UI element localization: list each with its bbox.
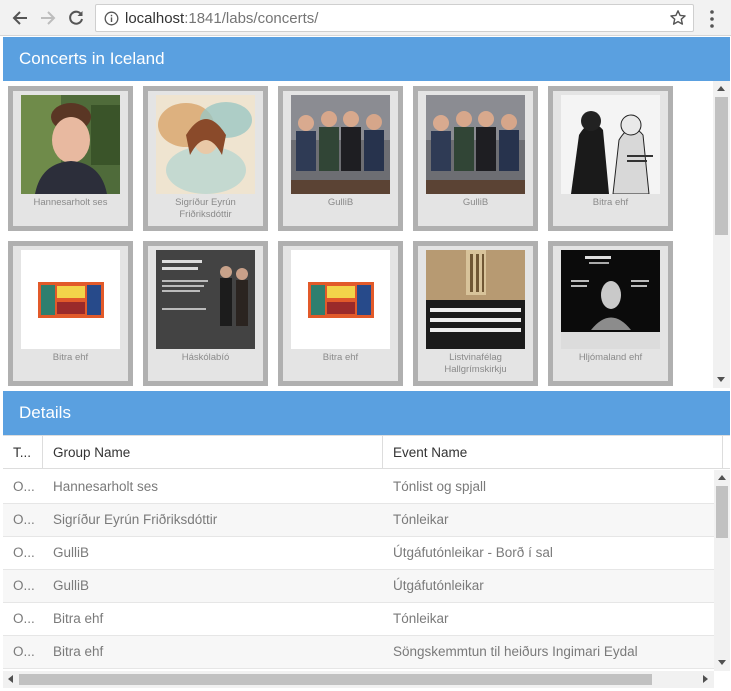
concert-tile[interactable]: Sigríður Eyrún Friðriksdóttir xyxy=(143,86,268,231)
cell-group-name: GulliB xyxy=(53,545,90,560)
concert-caption: Bitra ehf xyxy=(592,197,629,208)
cell-event-name: Útgáfutónleikar - Borð í sal xyxy=(393,545,553,560)
info-icon[interactable] xyxy=(104,11,119,26)
column-header-group-name[interactable]: Group Name xyxy=(43,436,383,469)
scroll-down-icon[interactable] xyxy=(718,660,726,665)
reload-icon[interactable] xyxy=(64,6,88,30)
cell-type: O... xyxy=(13,545,35,560)
column-header-event-name[interactable]: Event Name xyxy=(383,436,723,469)
concert-caption: Bitra ehf xyxy=(322,352,359,363)
table-horizontal-scrollbar[interactable] xyxy=(3,671,714,688)
back-icon[interactable] xyxy=(8,6,32,30)
table-row[interactable]: O... Hannesarholt ses Tónlist og spjall xyxy=(3,471,714,504)
browser-toolbar: localhost:1841/labs/concerts/ xyxy=(0,0,731,36)
cell-group-name: Bitra ehf xyxy=(53,611,104,626)
concert-caption: Bitra ehf xyxy=(52,352,89,363)
concert-tile[interactable]: Hljómaland ehf xyxy=(548,241,673,386)
cell-type: O... xyxy=(13,644,35,659)
cell-type: O... xyxy=(13,479,35,494)
concert-tile[interactable]: Háskólabíó xyxy=(143,241,268,386)
cell-type: O... xyxy=(13,578,35,593)
concert-image xyxy=(291,250,390,349)
concert-image xyxy=(291,95,390,194)
concert-tile[interactable]: Bitra ehf xyxy=(278,241,403,386)
concert-caption: GulliB xyxy=(327,197,354,208)
concert-image xyxy=(561,95,660,194)
scroll-up-icon[interactable] xyxy=(718,475,726,480)
cell-group-name: Hannesarholt ses xyxy=(53,479,159,494)
forward-icon[interactable] xyxy=(36,6,60,30)
table-header: T... Group Name Event Name xyxy=(3,435,730,469)
scroll-up-icon[interactable] xyxy=(717,86,725,91)
url-text[interactable]: localhost:1841/labs/concerts/ xyxy=(125,11,318,27)
cell-type: O... xyxy=(13,512,35,527)
concert-caption: Hannesarholt ses xyxy=(33,197,108,208)
cell-event-name: Tónlist og spjall xyxy=(393,479,487,494)
scroll-down-icon[interactable] xyxy=(717,377,725,382)
column-header-type[interactable]: T... xyxy=(3,436,43,469)
table-row[interactable]: O... Sigríður Eyrún Friðriksdóttir Tónle… xyxy=(3,504,714,537)
concerts-grid: Hannesarholt ses Sigríður Eyrún Friðriks… xyxy=(3,81,730,388)
concert-image xyxy=(426,250,525,349)
table-row[interactable]: O... GulliB Útgáfutónleikar xyxy=(3,570,714,603)
table-scrollbar[interactable] xyxy=(714,470,730,671)
concert-tile[interactable]: Listvinafélag Hallgrímskirkju xyxy=(413,241,538,386)
table-row[interactable]: O... Bitra ehf Tónleikar xyxy=(3,603,714,636)
concert-tile[interactable]: Hannesarholt ses xyxy=(8,86,133,231)
cell-event-name: Tónleikar xyxy=(393,512,449,527)
concert-caption: GulliB xyxy=(462,197,489,208)
table-row[interactable]: O... GulliB Útgáfutónleikar - Borð í sal xyxy=(3,537,714,570)
table-row[interactable]: O... Bitra ehf Söngskemmtun til heiðurs … xyxy=(3,636,714,669)
details-table: T... Group Name Event Name O... Hannesar… xyxy=(3,435,730,691)
concert-tile[interactable]: Bitra ehf xyxy=(548,86,673,231)
concert-image xyxy=(21,250,120,349)
concert-image xyxy=(21,95,120,194)
concert-caption: Háskólabíó xyxy=(181,352,230,363)
concert-caption: Sigríður Eyrún Friðriksdóttir xyxy=(175,197,236,220)
cell-event-name: Tónleikar xyxy=(393,611,449,626)
scroll-right-icon[interactable] xyxy=(703,675,708,683)
grid-scrollbar-thumb[interactable] xyxy=(715,97,728,235)
cell-group-name: Sigríður Eyrún Friðriksdóttir xyxy=(53,512,218,527)
concert-image xyxy=(426,95,525,194)
concert-image xyxy=(561,250,660,349)
concert-caption: Hljómaland ehf xyxy=(578,352,643,363)
table-horizontal-scrollbar-thumb[interactable] xyxy=(19,674,652,685)
grid-scrollbar[interactable] xyxy=(713,81,730,388)
concert-caption: Listvinafélag Hallgrímskirkju xyxy=(444,352,507,375)
concert-image xyxy=(156,95,255,194)
concerts-panel-title: Concerts in Iceland xyxy=(3,37,730,81)
details-panel-title: Details xyxy=(3,391,730,435)
concert-tile[interactable]: Bitra ehf xyxy=(8,241,133,386)
cell-group-name: GulliB xyxy=(53,578,90,593)
concert-tile[interactable]: GulliB xyxy=(278,86,403,231)
cell-group-name: Bitra ehf xyxy=(53,644,104,659)
cell-event-name: Útgáfutónleikar xyxy=(393,578,484,593)
concert-tile[interactable]: GulliB xyxy=(413,86,538,231)
table-scrollbar-thumb[interactable] xyxy=(716,486,728,538)
concert-image xyxy=(156,250,255,349)
menu-dots-icon[interactable] xyxy=(704,9,720,29)
cell-event-name: Söngskemmtun til heiðurs Ingimari Eydal xyxy=(393,644,638,659)
bookmark-star-icon[interactable] xyxy=(669,9,687,27)
address-bar[interactable]: localhost:1841/labs/concerts/ xyxy=(95,4,694,32)
scroll-left-icon[interactable] xyxy=(8,675,13,683)
cell-type: O... xyxy=(13,611,35,626)
